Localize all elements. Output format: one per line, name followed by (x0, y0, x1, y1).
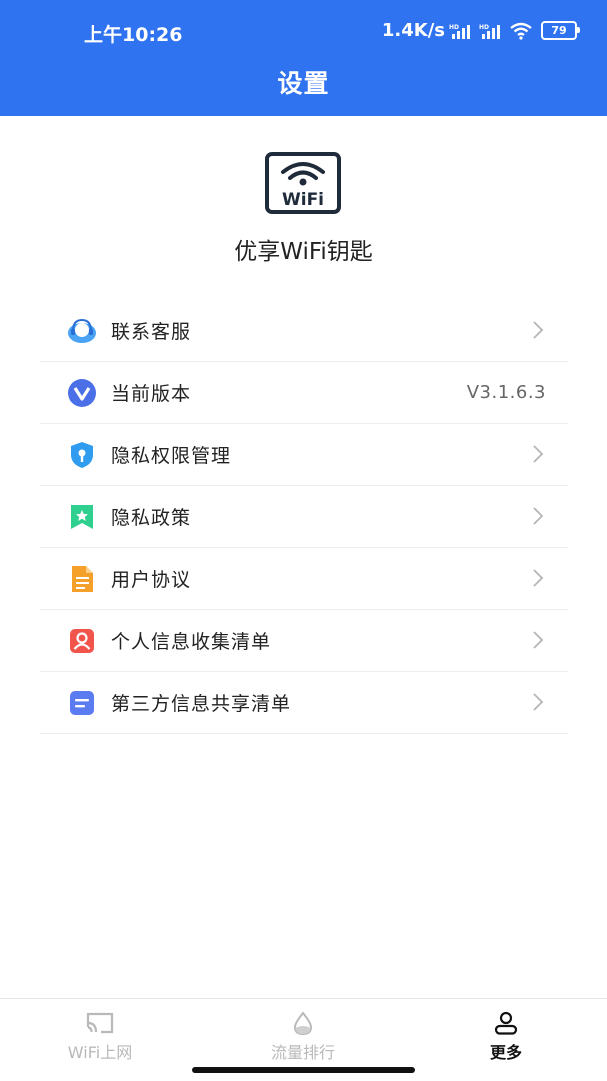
menu-item-privacy-policy[interactable]: 隐私政策 (40, 486, 568, 548)
menu-label: 隐私权限管理 (111, 445, 232, 467)
chevron-right-icon (533, 445, 544, 463)
tab-more[interactable]: 更多 (446, 1011, 566, 1063)
chevron-right-icon (533, 631, 544, 649)
svg-text:HD: HD (449, 24, 459, 31)
menu-item-third-party-sharing[interactable]: 第三方信息共享清单 (40, 672, 568, 734)
list-doc-icon (70, 691, 94, 715)
version-value: V3.1.6.3 (466, 382, 546, 403)
tab-label: 流量排行 (270, 1043, 335, 1062)
signal-icon: HD (449, 24, 470, 39)
status-indicators: 1.4K/s HD HD 79 (381, 20, 580, 41)
menu-label: 当前版本 (111, 383, 192, 405)
user-icon (494, 1011, 518, 1035)
home-indicator[interactable] (192, 1067, 415, 1073)
wifi-status-icon (510, 22, 532, 40)
menu-label: 个人信息收集清单 (111, 631, 272, 653)
header: 上午10:26 1.4K/s HD HD 79 设置 (0, 0, 607, 116)
chevron-right-icon (533, 693, 544, 711)
shield-icon (71, 442, 93, 468)
battery-level: 79 (551, 24, 567, 37)
wifi-cast-icon (86, 1012, 114, 1034)
user-card-icon (70, 629, 94, 653)
version-icon (68, 379, 96, 407)
status-bar: 上午10:26 1.4K/s HD HD 79 (0, 0, 607, 60)
menu-label: 联系客服 (111, 321, 192, 343)
menu-item-customer-service[interactable]: 联系客服 (40, 300, 568, 362)
svg-text:HD: HD (479, 24, 489, 31)
tab-label: 更多 (489, 1043, 522, 1062)
chevron-right-icon (533, 321, 544, 339)
settings-menu: 联系客服 当前版本 V3.1.6.3 隐私权限管理 隐私政策 用户协议 个人信息… (40, 300, 568, 734)
menu-label: 隐私政策 (111, 507, 192, 529)
menu-item-user-agreement[interactable]: 用户协议 (40, 548, 568, 610)
tab-label: WiFi上网 (67, 1043, 133, 1062)
page-title: 设置 (277, 69, 330, 98)
chevron-right-icon (533, 507, 544, 525)
app-name: 优享WiFi钥匙 (234, 239, 373, 265)
drop-icon (293, 1011, 313, 1035)
menu-label: 第三方信息共享清单 (111, 693, 292, 715)
tab-traffic-ranking[interactable]: 流量排行 (243, 1011, 363, 1063)
tab-wifi[interactable]: WiFi上网 (40, 1011, 160, 1063)
signal-icon-2: HD (479, 24, 500, 39)
menu-item-version[interactable]: 当前版本 V3.1.6.3 (40, 362, 568, 424)
menu-item-privacy-permissions[interactable]: 隐私权限管理 (40, 424, 568, 486)
menu-item-personal-info-list[interactable]: 个人信息收集清单 (40, 610, 568, 672)
network-speed: 1.4K/s (381, 20, 445, 41)
logo-text: WiFi (282, 190, 324, 210)
battery-icon: 79 (541, 21, 580, 40)
document-icon (72, 566, 93, 592)
wifi-logo-icon: WiFi (265, 152, 341, 214)
menu-label: 用户协议 (111, 569, 192, 591)
customer-service-icon (68, 318, 96, 343)
status-time: 上午10:26 (84, 24, 183, 46)
bookmark-icon (71, 505, 93, 529)
chevron-right-icon (533, 569, 544, 587)
